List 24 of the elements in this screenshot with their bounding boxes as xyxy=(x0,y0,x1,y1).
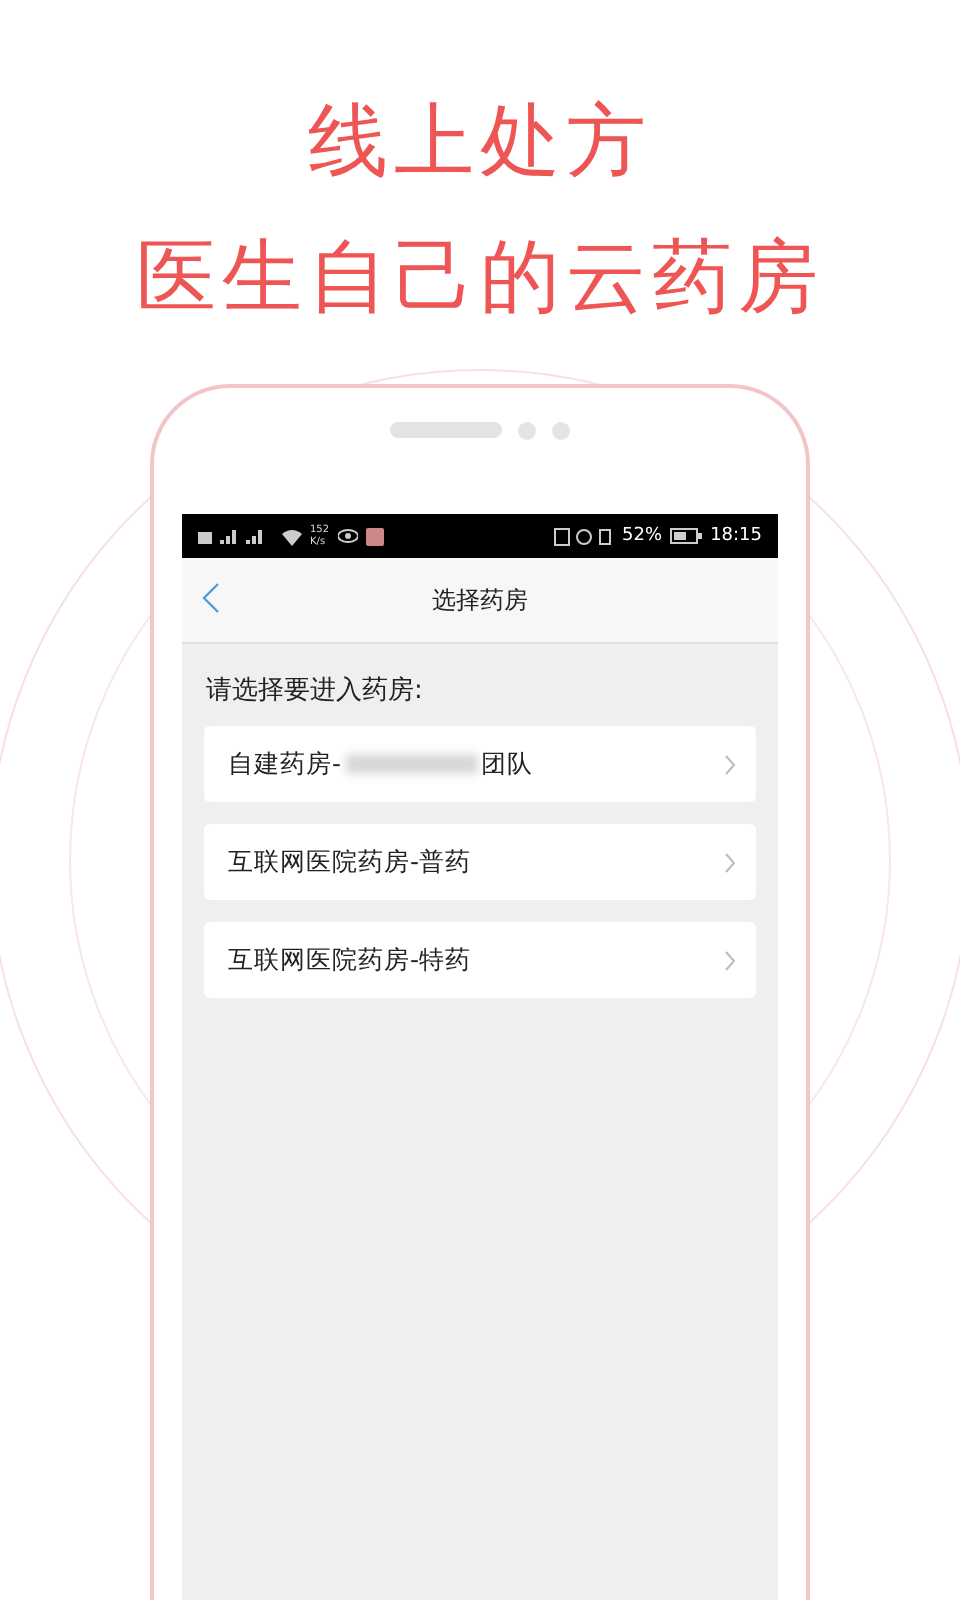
wifi-icon xyxy=(282,527,302,545)
battery-icon xyxy=(670,528,703,544)
clock: 18:15 xyxy=(710,526,762,546)
prompt-text: 请选择要进入药房: xyxy=(206,674,425,708)
pharmacy-item[interactable]: 互联网医院药房-普药 xyxy=(204,824,756,900)
app-icon xyxy=(365,527,384,545)
camera-icon xyxy=(518,421,536,439)
chevron-icon xyxy=(724,949,736,971)
page-title: 选择药房 xyxy=(432,583,528,617)
pharmacy-label: 团队 xyxy=(481,747,534,781)
back-icon[interactable] xyxy=(202,582,220,614)
pharmacy-label: 互联网医院药房-特药 xyxy=(228,943,472,977)
eye-icon xyxy=(337,528,358,544)
pharmacy-label: 自建药房- xyxy=(228,747,342,781)
battery-percent: 52% xyxy=(622,526,663,546)
headline: 医生自己的云药房 xyxy=(136,230,824,328)
pharmacy-item[interactable]: 自建药房- 团队 xyxy=(204,726,756,802)
pharmacy-label: 互联网医院药房-普药 xyxy=(228,845,472,879)
sensor-icon xyxy=(552,421,570,439)
pharmacy-item[interactable]: 互联网医院药房-特药 xyxy=(204,922,756,998)
chevron-icon xyxy=(724,753,736,775)
chevron-icon xyxy=(724,851,736,873)
speaker-icon xyxy=(390,422,502,438)
headline: 线上处方 xyxy=(308,94,652,192)
